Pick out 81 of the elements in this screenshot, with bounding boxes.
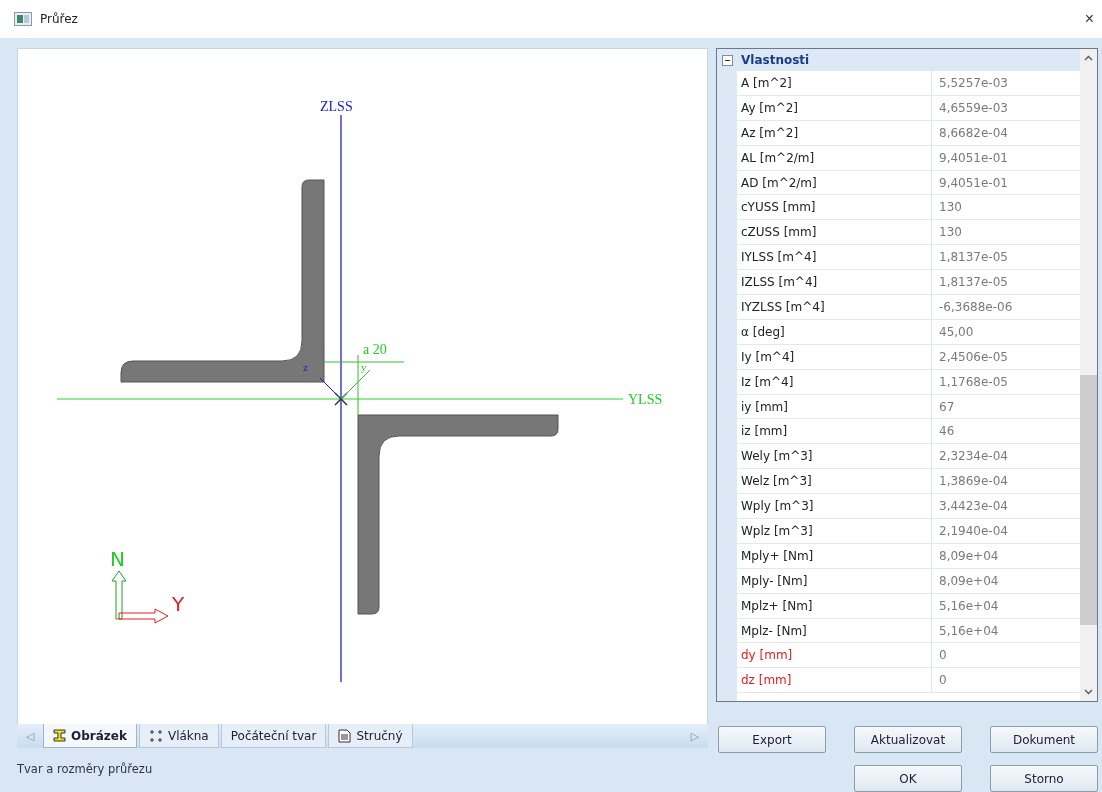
- property-name: Ay [m^2]: [737, 95, 932, 120]
- property-name: Wely [m^3]: [737, 444, 932, 469]
- property-name: A [m^2]: [737, 71, 932, 95]
- property-value: 5,5257e-03: [938, 74, 1009, 92]
- document-icon: [338, 728, 352, 743]
- property-value: 3,4423e-04: [938, 498, 1009, 516]
- property-name: Mplz- [Nm]: [737, 618, 932, 643]
- property-name: Mply- [Nm]: [737, 568, 932, 593]
- close-button[interactable]: ×: [1078, 10, 1100, 28]
- property-value: 8,09e+04: [938, 572, 1000, 590]
- property-name: dz [mm]: [737, 668, 932, 693]
- property-name: Wply [m^3]: [737, 494, 932, 519]
- local-z-axis-line: [319, 377, 342, 400]
- property-name: Az [m^2]: [737, 120, 932, 145]
- dialog-button[interactable]: OK: [854, 765, 962, 792]
- property-value: 9,4051e-01: [938, 149, 1009, 167]
- axis-label: N: [110, 547, 125, 571]
- scroll-down-icon[interactable]: [1084, 689, 1093, 695]
- status-text: Tvar a rozměry průřezu: [17, 762, 154, 776]
- action-button[interactable]: Export: [718, 726, 826, 753]
- property-name: IYLSS [m^4]: [737, 245, 932, 270]
- property-value: 5,16e+04: [938, 597, 1000, 615]
- action-button[interactable]: Dokument: [990, 726, 1098, 753]
- collapse-icon[interactable]: [721, 54, 733, 66]
- property-value: 4,6559e-03: [938, 99, 1009, 117]
- axis-label: y: [361, 361, 367, 373]
- property-value: 1,1768e-05: [938, 373, 1009, 391]
- property-name: Iy [m^4]: [737, 344, 932, 369]
- property-name: Mply+ [Nm]: [737, 543, 932, 568]
- property-name: cYUSS [mm]: [737, 195, 932, 220]
- property-name: IYZLSS [m^4]: [737, 295, 932, 319]
- property-name: iy [mm]: [737, 394, 932, 419]
- window-title: Průřez: [40, 12, 78, 26]
- window-icon: [14, 12, 32, 26]
- property-value: 46: [938, 423, 956, 441]
- dots-grid-icon: [148, 728, 163, 743]
- tab[interactable]: Stručný: [328, 724, 413, 748]
- property-value: 67: [938, 398, 956, 416]
- property-value: 8,09e+04: [938, 547, 1000, 565]
- property-value: 5,16e+04: [938, 622, 1000, 640]
- property-value: 130: [938, 199, 963, 217]
- property-name: Mplz+ [Nm]: [737, 593, 932, 618]
- property-name: cZUSS [mm]: [737, 220, 932, 245]
- property-name: Welz [m^3]: [737, 469, 932, 494]
- property-name: Wplz [m^3]: [737, 519, 932, 543]
- axis-label: z: [303, 361, 308, 373]
- property-value: 130: [938, 224, 963, 242]
- tab[interactable]: Počáteční tvar: [220, 724, 327, 748]
- dimension-label: a 20: [363, 342, 387, 357]
- property-value: 0: [938, 672, 948, 690]
- property-name: IZLSS [m^4]: [737, 270, 932, 294]
- coordinate-arrows-icon: [111, 570, 169, 624]
- property-value: 8,6682e-04: [938, 124, 1009, 142]
- property-value: 2,1940e-04: [938, 522, 1009, 540]
- property-name: AL [m^2/m]: [737, 145, 932, 170]
- property-name: AD [m^2/m]: [737, 170, 932, 195]
- property-name: α [deg]: [737, 319, 932, 344]
- dialog-button[interactable]: Storno: [990, 765, 1098, 792]
- property-name: iz [mm]: [737, 419, 932, 444]
- property-value: 2,4506e-05: [938, 348, 1009, 366]
- axis-label: YLSS: [628, 392, 663, 407]
- axis-label: ZLSS: [320, 99, 353, 114]
- scroll-up-icon[interactable]: [1084, 55, 1093, 61]
- tab[interactable]: Vlákna: [138, 724, 219, 748]
- property-name: Iz [m^4]: [737, 369, 932, 394]
- property-value: 2,3234e-04: [938, 448, 1009, 466]
- property-value: 0: [938, 647, 948, 665]
- action-button[interactable]: Aktualizovat: [854, 726, 962, 753]
- property-value: 1,8137e-05: [938, 249, 1009, 267]
- tab[interactable]: Obrázek: [43, 724, 137, 748]
- scrollbar[interactable]: [1080, 49, 1097, 701]
- property-value: 1,3869e-04: [938, 473, 1009, 491]
- i-beam-icon: [53, 729, 66, 742]
- group-title: Vlastnosti: [740, 53, 810, 67]
- scrollbar-thumb[interactable]: [1080, 375, 1097, 625]
- property-value: 9,4051e-01: [938, 174, 1009, 192]
- axis-label: Y: [172, 592, 185, 616]
- property-value: 45,00: [938, 323, 975, 341]
- property-name: dy [mm]: [737, 643, 932, 668]
- property-value: -6,3688e-06: [938, 298, 1014, 316]
- property-value: 1,8137e-05: [938, 274, 1009, 292]
